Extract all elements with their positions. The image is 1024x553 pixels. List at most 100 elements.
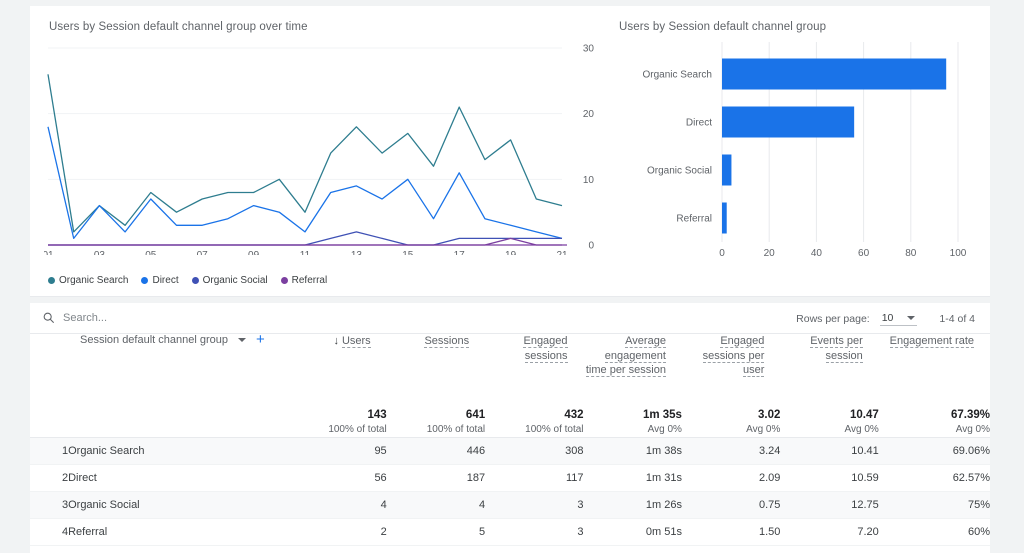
x-tick-label: 01 [44, 250, 54, 255]
row-metric-value: 4 [386, 491, 486, 519]
bar-chart-bars [722, 58, 947, 234]
bar-direct[interactable] [722, 106, 855, 138]
summary-cell: 1m 35s Avg 0% [583, 408, 682, 438]
rows-per-page-label: Rows per page: [796, 313, 870, 325]
summary-subtext: Avg 0% [647, 424, 682, 435]
dimension-column-header[interactable]: Session default channel group + [30, 332, 295, 408]
column-header-label: Engaged sessions [523, 335, 568, 363]
legend-label: Referral [291, 275, 328, 286]
row-metric-value: 1m 31s [583, 464, 682, 492]
legend-item[interactable]: Organic Search [48, 275, 128, 286]
series-line-direct [47, 126, 563, 240]
row-dimension-value[interactable]: Organic Social [68, 491, 295, 519]
search-icon [43, 312, 54, 323]
search-input[interactable] [63, 311, 243, 324]
summary-value: 1m 35s [642, 409, 682, 421]
row-metric-value: 1m 38s [583, 437, 682, 465]
chevron-down-icon[interactable] [238, 338, 246, 342]
bar-chart-x-axis-labels: 0 20 40 60 80 100 [719, 248, 967, 259]
series-line-referral [48, 237, 562, 246]
row-dimension-value[interactable]: Organic Search [68, 437, 295, 465]
table-header-row: Session default channel group + ↓ Users S… [30, 332, 990, 408]
line-chart-series [47, 74, 567, 246]
table-body: 1 Organic Search 95 446 308 1m 38s 3.24 10.41 69… [30, 437, 990, 546]
y-tick-label: 20 [583, 109, 595, 120]
x-tick-label: 11 [300, 250, 311, 255]
row-metric-value: 56 [294, 464, 387, 492]
analytics-report-page: Users by Session default channel group o… [0, 0, 1024, 553]
bar-organic-search[interactable] [722, 58, 947, 90]
table-row[interactable]: 1 Organic Search 95 446 308 1m 38s 3.24 10.41 69… [30, 437, 990, 465]
row-metric-value: 0m 51s [583, 518, 682, 546]
users-by-channel-bar-chart[interactable]: Organic Search Direct Organic Social Referr… [615, 40, 985, 280]
line-chart-x-axis-labels: 0103050709111315171921Aug [44, 250, 568, 255]
pagination-controls: Rows per page: 10 1-4 of 4 [796, 312, 975, 326]
bar-referral[interactable] [722, 202, 727, 234]
bar-organic-social[interactable] [722, 154, 732, 186]
x-tick-label: 21 [556, 250, 568, 255]
rows-per-page-select[interactable]: 10 [879, 312, 918, 326]
series-line-organic-social [48, 231, 562, 246]
summary-cell: 10.47 Avg 0% [780, 408, 879, 438]
table-summary-row: 143 100% of total 641 100% of total 432 100% … [30, 408, 990, 438]
data-table-card: Rows per page: 10 1-4 of 4 Session defau [30, 303, 990, 553]
summary-cell: 3.02 Avg 0% [681, 408, 781, 438]
x-tick-label: 07 [197, 250, 209, 255]
x-tick-label: 03 [94, 250, 106, 255]
column-header-engaged-sessions[interactable]: Engaged sessions [485, 334, 583, 408]
x-tick-label: 13 [351, 250, 363, 255]
table-header: Session default channel group + ↓ Users S… [30, 332, 990, 438]
row-metric-value: 3 [485, 518, 584, 546]
dimension-header-label: Session default channel group [80, 334, 228, 346]
column-header-label: Users [341, 335, 371, 348]
summary-value: 3.02 [757, 409, 781, 421]
legend-color-dot [191, 277, 199, 284]
legend-label: Organic Social [202, 275, 268, 286]
bar-x-tick-label: 80 [905, 248, 917, 259]
row-dimension-value[interactable]: Direct [68, 464, 295, 492]
summary-value: 432 [564, 409, 584, 421]
search-box[interactable] [42, 311, 243, 324]
table-row[interactable]: 2 Direct 56 187 117 1m 31s 2.09 10.59 62.57% [30, 464, 990, 492]
column-header-sessions[interactable]: Sessions [387, 334, 485, 408]
column-header-users[interactable]: ↓ Users [295, 334, 387, 408]
users-over-time-line-chart[interactable]: 0102030 0103050709111315171921Aug [44, 40, 604, 256]
column-header-engaged-sessions-per-user[interactable]: Engaged sessions per user [682, 334, 780, 408]
legend-item[interactable]: Organic Social [191, 275, 268, 286]
column-header-label: Sessions [424, 335, 470, 348]
row-metric-value: 1m 26s [583, 491, 682, 519]
summary-cell: 641 100% of total [386, 408, 486, 438]
row-metric-value: 2.09 [681, 464, 781, 492]
table-row[interactable]: 4 Referral 2 5 3 0m 51s 1.50 7.20 60% [30, 518, 990, 546]
summary-subtext: 100% of total [328, 424, 387, 435]
legend-item[interactable]: Referral [280, 275, 328, 286]
row-metric-value: 1.50 [681, 518, 781, 546]
row-metric-value: 3 [485, 491, 584, 519]
row-index: 1 [30, 437, 69, 465]
row-metric-value: 2 [294, 518, 387, 546]
row-metric-value: 117 [485, 464, 584, 492]
legend-item[interactable]: Direct [141, 275, 179, 286]
line-chart-y-axis-labels: 0 10 20 30 [583, 44, 595, 252]
row-metric-value: 10.59 [780, 464, 879, 492]
bar-category-label: Organic Social [647, 166, 712, 177]
x-tick-label: 09 [248, 250, 260, 255]
legend-label: Organic Search [59, 275, 129, 286]
add-dimension-icon[interactable]: + [256, 332, 265, 347]
result-range-label: 1-4 of 4 [939, 313, 975, 325]
column-header-events-per-session[interactable]: Events per session [780, 334, 878, 408]
column-header-engagement-rate[interactable]: Engagement rate [879, 334, 990, 408]
row-metric-value: 62.57% [878, 464, 990, 492]
summary-value: 10.47 [850, 409, 879, 421]
table-row[interactable]: 3 Organic Social 4 4 3 1m 26s 0.75 12.75 75% [30, 491, 990, 519]
summary-cell: 143 100% of total [294, 408, 387, 438]
row-index: 2 [30, 464, 69, 492]
row-metric-value: 4 [294, 491, 387, 519]
bar-category-label: Referral [676, 214, 712, 225]
column-header-avg-engagement-time[interactable]: Average engagement time per session [584, 334, 682, 408]
x-tick-label: 19 [505, 250, 517, 255]
y-tick-label: 30 [583, 44, 595, 55]
line-chart-gridlines [48, 47, 562, 246]
charts-card: Users by Session default channel group o… [30, 6, 990, 297]
row-dimension-value[interactable]: Referral [68, 518, 295, 546]
